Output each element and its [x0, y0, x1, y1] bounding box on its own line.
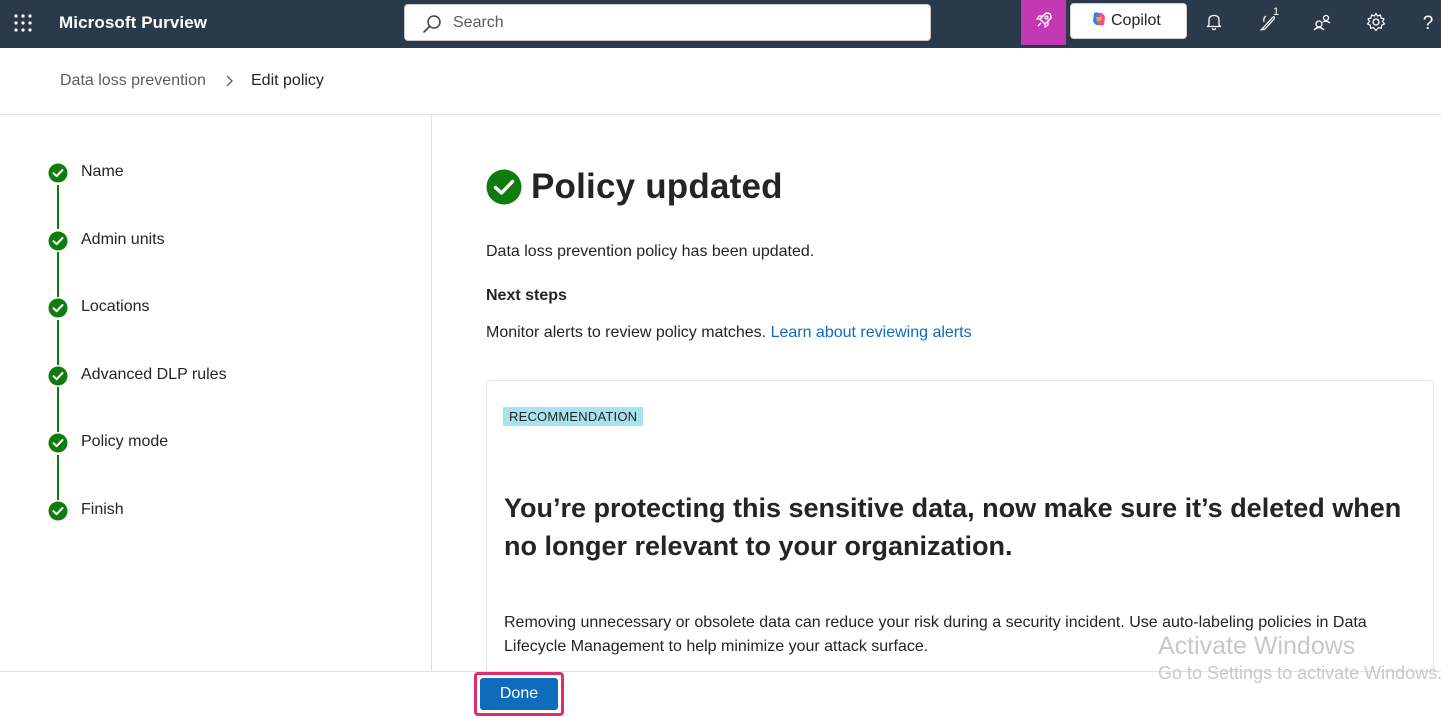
step-policy-mode[interactable]: Policy mode [48, 432, 168, 454]
step-connector [57, 252, 59, 297]
search-box[interactable] [404, 4, 931, 41]
notification-badge: 1 [1273, 6, 1280, 18]
activation-watermark-subtitle: Go to Settings to activate Windows. [1158, 663, 1441, 683]
step-finish[interactable]: Finish [48, 500, 124, 522]
success-check-icon [486, 169, 522, 205]
copilot-icon [1091, 11, 1107, 32]
main-content: Policy updated Data loss prevention poli… [433, 115, 1441, 671]
notifications-button[interactable] [1201, 0, 1227, 48]
policy-description: Data loss prevention policy has been upd… [486, 243, 815, 260]
top-bar: Microsoft Purview Copilot [0, 0, 1441, 48]
check-circle-icon [48, 433, 68, 453]
check-circle-icon [48, 298, 68, 318]
page-title: Policy updated [531, 167, 783, 206]
gear-icon [1366, 12, 1386, 37]
page-title-row: Policy updated [486, 167, 783, 207]
next-steps-heading: Next steps [486, 287, 567, 304]
check-circle-icon [48, 366, 68, 386]
step-label: Name [81, 163, 124, 180]
activation-watermark-title: Activate Windows [1158, 632, 1356, 660]
share-icon [1312, 12, 1332, 37]
step-label: Locations [81, 298, 150, 315]
step-connector [57, 320, 59, 365]
step-label: Admin units [81, 231, 165, 248]
check-circle-icon [48, 231, 68, 251]
settings-button[interactable] [1363, 0, 1389, 48]
step-advanced-dlp-rules[interactable]: Advanced DLP rules [48, 365, 227, 387]
step-label: Policy mode [81, 433, 169, 450]
breadcrumb: Data loss prevention Edit policy [0, 48, 1441, 115]
search-icon [422, 14, 442, 34]
share-button[interactable] [1309, 0, 1335, 48]
check-circle-icon [48, 501, 68, 521]
learn-reviewing-alerts-link[interactable]: Learn about reviewing alerts [771, 324, 972, 341]
rocket-icon [1034, 10, 1054, 35]
done-button[interactable]: Done [480, 678, 558, 710]
check-circle-icon [48, 163, 68, 183]
waffle-icon[interactable] [12, 12, 34, 34]
step-name[interactable]: Name [48, 162, 124, 184]
step-connector [57, 455, 59, 500]
recommendation-card: RECOMMENDATION You’re protecting this se… [486, 380, 1434, 671]
step-label: Advanced DLP rules [81, 366, 227, 383]
rocket-button[interactable] [1021, 0, 1066, 45]
copilot-button[interactable]: Copilot [1070, 3, 1187, 39]
recommendation-title: You’re protecting this sensitive data, n… [504, 493, 1402, 561]
breadcrumb-current: Edit policy [251, 72, 324, 89]
step-connector [57, 387, 59, 432]
bell-icon [1206, 13, 1222, 36]
copilot-label: Copilot [1111, 12, 1161, 29]
search-input[interactable] [453, 11, 913, 35]
step-connector [57, 185, 59, 229]
recommendation-tag: RECOMMENDATION [503, 407, 644, 426]
step-admin-units[interactable]: Admin units [48, 230, 165, 252]
wizard-stepper: Name Admin units Locations Advanced DLP … [0, 115, 432, 671]
step-label: Finish [81, 501, 124, 518]
step-locations[interactable]: Locations [48, 297, 150, 319]
help-icon[interactable]: ? [1418, 0, 1438, 48]
next-steps-text: Monitor alerts to review policy matches.… [486, 324, 972, 342]
app-title[interactable]: Microsoft Purview [59, 13, 207, 33]
breadcrumb-parent-link[interactable]: Data loss prevention [60, 72, 206, 90]
next-steps-message: Monitor alerts to review policy matches. [486, 324, 767, 341]
chevron-right-icon [223, 72, 237, 90]
